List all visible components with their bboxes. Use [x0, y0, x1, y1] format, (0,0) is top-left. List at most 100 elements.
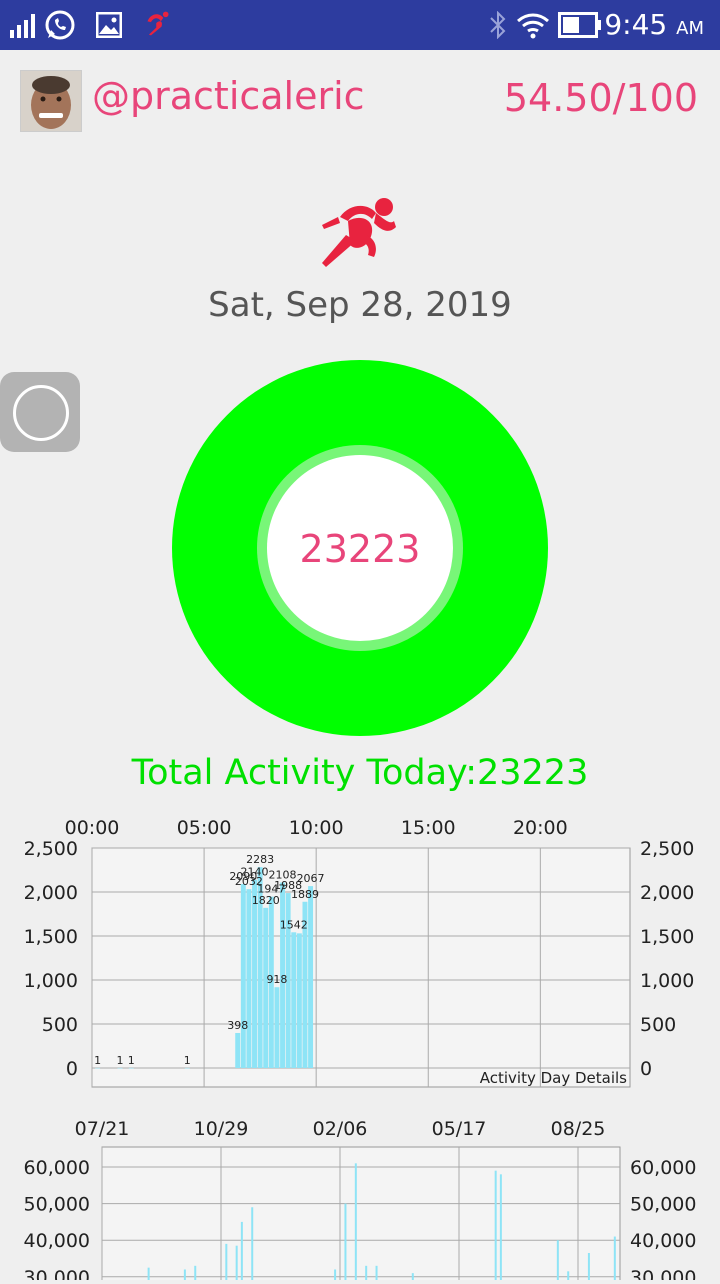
bar [613, 1236, 616, 1280]
bar-data-label: 1 [128, 1054, 135, 1067]
y-tick-label-left: 50,000 [24, 1194, 90, 1216]
bar [263, 907, 269, 1068]
bar [556, 1240, 559, 1280]
bar [251, 1207, 254, 1280]
y-tick-label-left: 40,000 [24, 1230, 90, 1252]
username[interactable]: @practicaleric [92, 74, 365, 118]
bar-data-label: 1889 [291, 888, 319, 901]
bar [375, 1265, 378, 1280]
bar [246, 889, 252, 1068]
bar [587, 1253, 590, 1280]
y-tick-label-right: 2,500 [640, 838, 694, 860]
bar [225, 1243, 228, 1280]
activity-ring-progress: 23223 [257, 445, 463, 651]
whatsapp-icon [45, 10, 75, 40]
bar [494, 1170, 497, 1280]
bar-data-label: 918 [266, 973, 287, 986]
bar [308, 886, 314, 1068]
bar [499, 1174, 502, 1280]
y-tick-label-left: 60,000 [24, 1157, 90, 1179]
chart-plot-area [91, 847, 631, 1088]
bar-data-label: 2140 [241, 866, 269, 879]
y-tick-label-left: 1,000 [24, 970, 78, 992]
y-tick-label-left: 500 [42, 1014, 78, 1036]
bar [117, 1067, 123, 1069]
bar-data-label: 398 [227, 1019, 248, 1032]
date-label: Sat, Sep 28, 2019 [208, 285, 512, 325]
x-tick-label: 15:00 [401, 817, 456, 839]
bar [128, 1067, 134, 1069]
bar [235, 1245, 238, 1280]
bar [194, 1265, 197, 1280]
floating-assist-button[interactable] [0, 372, 80, 452]
bar-data-label: 2283 [246, 853, 274, 866]
y-tick-label-right: 0 [640, 1058, 652, 1080]
chart-caption: Activity Day Details [480, 1069, 627, 1087]
bar [184, 1067, 190, 1069]
bar [95, 1067, 101, 1069]
y-tick-label-left: 0 [66, 1058, 78, 1080]
y-tick-label-left: 1,500 [24, 926, 78, 948]
x-tick-label: 05:00 [177, 817, 232, 839]
bar-data-label: 1 [184, 1054, 191, 1067]
wifi-icon [517, 13, 549, 39]
status-time: 9:45 AM [604, 8, 704, 41]
profile-header: @practicaleric 54.50/100 [0, 50, 720, 150]
x-tick-label: 10/29 [194, 1118, 249, 1140]
activity-history-chart: 60,000 60,000 50,000 50,000 40,000 40,000 30,0… [0, 1110, 720, 1284]
signal-icon [10, 14, 35, 38]
bar [291, 932, 297, 1068]
gallery-icon [96, 12, 122, 38]
bar [567, 1271, 570, 1280]
x-tick-label: 10:00 [289, 817, 344, 839]
activity-ring-value: 23223 [299, 527, 421, 571]
bar-data-label: 1542 [280, 918, 308, 931]
x-tick-label: 00:00 [65, 817, 120, 839]
bar [235, 1032, 241, 1068]
bar [274, 987, 280, 1068]
x-tick-label: 20:00 [513, 817, 568, 839]
bar-data-label: 1820 [252, 894, 280, 907]
bar [252, 879, 257, 1068]
y-tick-label-right: 60,000 [630, 1157, 696, 1179]
status-bar: 9:45 AM [0, 0, 720, 50]
activity-ring: 23223 [172, 360, 548, 736]
runner-notification-icon [147, 11, 169, 36]
x-tick-label: 07/21 [75, 1118, 130, 1140]
bluetooth-icon [490, 11, 506, 39]
y-tick-label-left: 2,500 [24, 838, 78, 860]
avatar[interactable] [20, 70, 82, 132]
circle-icon [13, 385, 69, 441]
x-tick-label: 08/25 [551, 1118, 606, 1140]
y-tick-label-right: 50,000 [630, 1194, 696, 1216]
bar [365, 1265, 368, 1280]
y-tick-label-right: 40,000 [630, 1230, 696, 1252]
bar-data-label: 1 [117, 1054, 124, 1067]
x-tick-label: 05/17 [432, 1118, 487, 1140]
bar [240, 1221, 243, 1280]
bar [354, 1163, 357, 1280]
y-tick-label-left: 2,000 [24, 882, 78, 904]
battery-icon [558, 12, 601, 38]
score: 54.50/100 [503, 76, 698, 120]
y-tick-label-right: 1,000 [640, 970, 694, 992]
bar-data-label: 2067 [297, 872, 325, 885]
y-tick-label-right: 1,500 [640, 926, 694, 948]
bar [411, 1273, 414, 1280]
y-tick-label-right: 2,000 [640, 882, 694, 904]
bar [334, 1269, 337, 1280]
activity-day-chart: 2,500 2,500 2,000 2,000 1,500 1,500 1,000 1,000… [0, 810, 720, 1095]
bar [240, 884, 246, 1068]
y-tick-label-right: 500 [640, 1014, 676, 1036]
bar [296, 933, 302, 1068]
y-tick-label-right: 30,000 [630, 1267, 696, 1280]
total-activity-label: Total Activity Today:23223 [131, 753, 589, 793]
runner-icon [322, 198, 396, 267]
bar [183, 1269, 186, 1280]
bar-data-label: 1 [94, 1054, 101, 1067]
bar [344, 1203, 347, 1280]
y-tick-label-left: 30,000 [24, 1267, 90, 1280]
bar [147, 1267, 150, 1280]
activity-ring-center: 23223 [267, 455, 453, 641]
x-tick-label: 02/06 [313, 1118, 368, 1140]
